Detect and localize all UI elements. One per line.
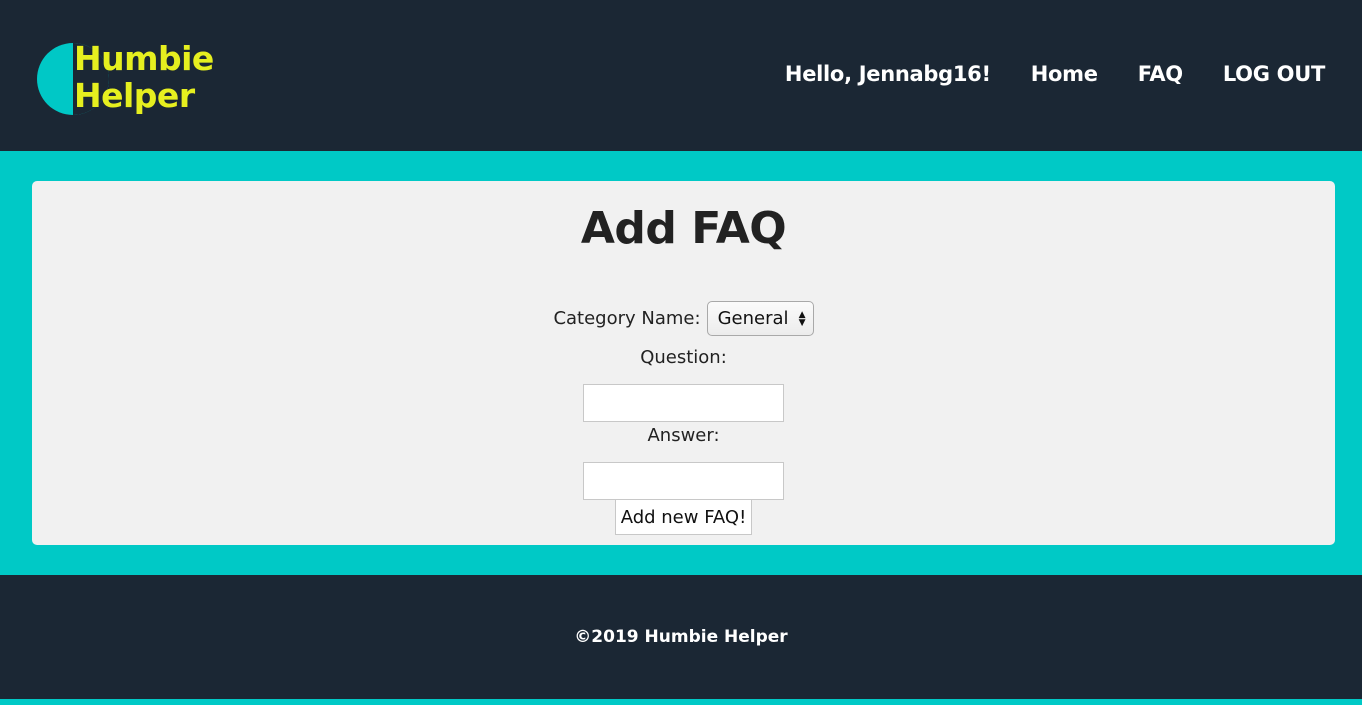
answer-label: Answer: xyxy=(647,425,720,446)
page: Humbie Helper Hello, Jennabg16! Home FAQ… xyxy=(0,0,1362,705)
nav-logout-link[interactable]: LOG OUT xyxy=(1223,62,1325,86)
question-label: Question: xyxy=(640,347,727,368)
main-nav: Hello, Jennabg16! Home FAQ LOG OUT xyxy=(785,62,1325,86)
add-faq-card: Add FAQ Category Name: General ▲ ▼ Questi… xyxy=(32,181,1335,545)
category-label: Category Name: xyxy=(553,308,701,329)
answer-input[interactable] xyxy=(583,462,784,500)
logo-text: Humbie Helper xyxy=(74,40,214,114)
question-input[interactable] xyxy=(583,384,784,422)
main-section: Add FAQ Category Name: General ▲ ▼ Questi… xyxy=(0,151,1362,575)
site-header: Humbie Helper Hello, Jennabg16! Home FAQ… xyxy=(0,0,1362,151)
add-faq-button[interactable]: Add new FAQ! xyxy=(615,499,752,535)
logo[interactable]: Humbie Helper xyxy=(37,40,227,122)
logo-line-1: Humbie xyxy=(74,39,214,78)
nav-home-link[interactable]: Home xyxy=(1031,62,1098,86)
page-title: Add FAQ xyxy=(580,203,787,254)
category-row: Category Name: General ▲ ▼ xyxy=(32,301,1335,336)
select-arrows-icon: ▲ ▼ xyxy=(798,309,806,328)
nav-faq-link[interactable]: FAQ xyxy=(1138,62,1183,86)
nav-greeting[interactable]: Hello, Jennabg16! xyxy=(785,62,991,86)
category-select[interactable]: General ▲ ▼ xyxy=(706,301,814,336)
logo-line-2: Helper xyxy=(74,76,195,115)
copyright-text: ©2019 Humbie Helper xyxy=(574,627,788,647)
site-footer: ©2019 Humbie Helper xyxy=(0,575,1362,699)
bottom-accent-strip xyxy=(0,699,1362,705)
category-selected-value: General xyxy=(717,308,789,329)
